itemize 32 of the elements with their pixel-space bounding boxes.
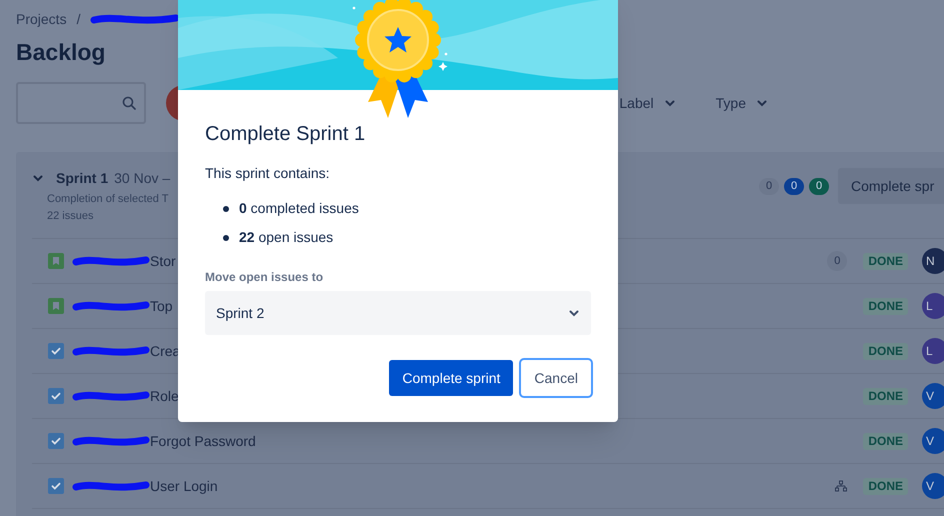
status-lozenge: DONE bbox=[863, 298, 908, 314]
issue-summary: Role bbox=[150, 386, 179, 406]
sprint-name: Sprint 1 bbox=[56, 168, 108, 188]
status-lozenge: DONE bbox=[863, 432, 908, 450]
status-lozenge: DONE bbox=[863, 478, 908, 494]
breadcrumb-separator: / bbox=[76, 10, 82, 28]
issue-summary: Forgot Password bbox=[150, 432, 256, 451]
status-lozenge: DONE bbox=[863, 252, 908, 270]
assignee-avatar: V bbox=[922, 383, 944, 409]
comment-count: 0 bbox=[827, 251, 848, 271]
assignee-avatar: V bbox=[922, 428, 944, 454]
issue-count: 22 issues bbox=[47, 208, 94, 224]
select-label: Move open issues to bbox=[205, 269, 324, 286]
assignee-avatar: V bbox=[922, 473, 944, 499]
status-lozenge: DONE bbox=[863, 342, 908, 360]
issue-summary-line: 22 open issues bbox=[239, 228, 334, 247]
status-lozenge: DONE bbox=[863, 388, 908, 404]
sprint-dates: 30 Nov – bbox=[114, 168, 170, 188]
issue-count-badge: 0 bbox=[759, 178, 779, 194]
issue-count-badge: 0 bbox=[809, 178, 829, 194]
issue-count-badge: 0 bbox=[784, 178, 804, 194]
assignee-avatar: N bbox=[922, 248, 944, 274]
dialog-title: Complete Sprint 1 bbox=[205, 122, 366, 146]
issue-summary: Top bbox=[150, 296, 173, 316]
sprint-goal: Completion of selected T bbox=[47, 192, 170, 207]
dialog-intro: This sprint contains: bbox=[205, 164, 330, 183]
assignee-avatar: L bbox=[922, 338, 944, 364]
assignee-avatar: L bbox=[922, 293, 944, 319]
issue-summary-line: 0 completed issues bbox=[239, 199, 359, 218]
issue-summary: User Login bbox=[150, 476, 218, 496]
issue-summary: Stor bbox=[150, 252, 176, 270]
page-title: Backlog bbox=[16, 38, 106, 67]
